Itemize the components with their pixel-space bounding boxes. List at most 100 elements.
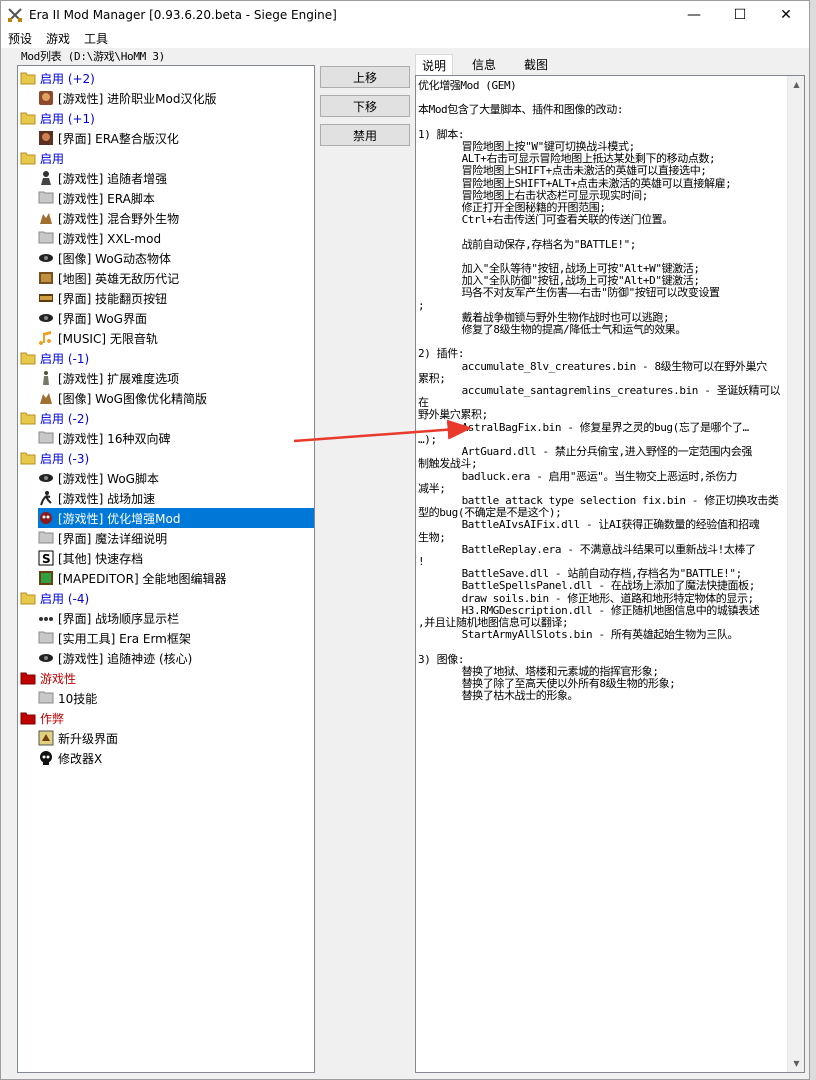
mod-item-label: [游戏性] ERA脚本 bbox=[58, 191, 155, 206]
menu-game[interactable]: 游戏 bbox=[39, 30, 77, 47]
mod-list-item[interactable]: 10技能 bbox=[38, 688, 97, 708]
mod-item-label: [游戏性] 扩展难度选项 bbox=[58, 371, 180, 386]
tree-group[interactable]: 启用 (-1) bbox=[20, 348, 89, 368]
menu-presets[interactable]: 预设 bbox=[1, 30, 39, 47]
mod-list-item[interactable]: [实用工具] Era Erm框架 bbox=[38, 628, 191, 648]
folder-icon bbox=[20, 352, 36, 365]
gem-creature-icon bbox=[38, 510, 54, 526]
upgrade-icon bbox=[38, 730, 54, 746]
scroll-down-arrow-icon[interactable]: ▼ bbox=[788, 1055, 804, 1072]
mod-list-item[interactable]: [界面] 魔法详细说明 bbox=[38, 528, 167, 548]
title-bar[interactable]: Era II Mod Manager [0.93.6.20.beta - Sie… bbox=[1, 1, 809, 28]
save-s-icon: S bbox=[38, 550, 54, 566]
mod-list-item[interactable]: [游戏性] ERA脚本 bbox=[38, 188, 155, 208]
detail-tabs: 说明 信息 截图 bbox=[415, 54, 557, 76]
tree-group-label: 启用 (+1) bbox=[40, 111, 95, 126]
mod-item-label: [游戏性] 混合野外生物 bbox=[58, 211, 180, 226]
mod-item-label: [界面] WoG界面 bbox=[58, 311, 147, 326]
mod-item-label: 10技能 bbox=[58, 691, 98, 706]
mod-list-item[interactable]: [地图] 英雄无敌历代记 bbox=[38, 268, 179, 288]
mod-item-label: [游戏性] XXL-mod bbox=[58, 231, 162, 246]
crossed-swords-icon bbox=[7, 7, 23, 23]
mod-list-item[interactable]: [界面] 战场顺序显示栏 bbox=[38, 608, 179, 628]
close-button[interactable]: ✕ bbox=[763, 1, 809, 28]
mod-list-item[interactable]: [游戏性] 追随者增强 bbox=[38, 168, 167, 188]
tree-group-label: 启用 (-3) bbox=[40, 451, 90, 466]
move-up-button[interactable]: 上移 bbox=[320, 66, 410, 88]
mod-item-label: 修改器X bbox=[58, 751, 103, 766]
order-bar-icon bbox=[38, 610, 54, 626]
mod-list-item[interactable]: [界面] ERA整合版汉化 bbox=[38, 128, 179, 148]
eye-icon bbox=[38, 650, 54, 666]
tree-group[interactable]: 启用 (-2) bbox=[20, 408, 89, 428]
mod-list-item[interactable]: [MAPEDITOR] 全能地图编辑器 bbox=[38, 568, 226, 588]
description-text: 优化增强Mod (GEM) 本Mod包含了大量脚本、插件和图像的改动: 1) 脚… bbox=[418, 79, 781, 703]
minimize-button[interactable]: — bbox=[671, 1, 717, 28]
mod-list-item[interactable]: 新升级界面 bbox=[38, 728, 118, 748]
tree-group-label: 启用 (-4) bbox=[40, 591, 90, 606]
description-panel[interactable]: 优化增强Mod (GEM) 本Mod包含了大量脚本、插件和图像的改动: 1) 脚… bbox=[415, 75, 805, 1073]
mod-item-label: [图像] WoG动态物体 bbox=[58, 251, 171, 266]
mod-list-item[interactable]: S [其他] 快速存档 bbox=[38, 548, 143, 568]
mod-list-item[interactable]: [游戏性] 优化增强Mod bbox=[38, 508, 314, 528]
mod-tree[interactable]: 启用 (+2) [游戏性] 进阶职业Mod汉化版启用 (+1) [界面] ERA整合… bbox=[17, 65, 315, 1073]
mod-list-item[interactable]: [图像] WoG动态物体 bbox=[38, 248, 171, 268]
maximize-button[interactable]: ☐ bbox=[717, 1, 763, 28]
music-note-icon bbox=[38, 330, 54, 346]
folder-icon bbox=[38, 190, 54, 206]
disable-button[interactable]: 禁用 bbox=[320, 124, 410, 146]
folder-icon bbox=[20, 712, 36, 725]
tree-group[interactable]: 启用 (-3) bbox=[20, 448, 89, 468]
mod-list-item[interactable]: [游戏性] 追随神迹 (核心) bbox=[38, 648, 192, 668]
mod-list-item[interactable]: [游戏性] 混合野外生物 bbox=[38, 208, 179, 228]
folder-icon bbox=[20, 672, 36, 685]
creature-icon bbox=[38, 210, 54, 226]
menu-tools[interactable]: 工具 bbox=[77, 30, 115, 47]
folder-icon bbox=[20, 112, 36, 125]
mod-list-item[interactable]: [MUSIC] 无限音轨 bbox=[38, 328, 158, 348]
scroll-up-arrow-icon[interactable]: ▲ bbox=[788, 76, 804, 93]
mod-list-item[interactable]: [界面] WoG界面 bbox=[38, 308, 147, 328]
folder-icon bbox=[38, 690, 54, 706]
tree-group[interactable]: 游戏性 bbox=[20, 668, 76, 688]
move-down-button[interactable]: 下移 bbox=[320, 95, 410, 117]
tree-group[interactable]: 作弊 bbox=[20, 708, 64, 728]
mod-list-item[interactable]: [游戏性] 16种双向碑 bbox=[38, 428, 170, 448]
menu-bar: 预设 游戏 工具 bbox=[1, 28, 809, 48]
mod-item-label: [游戏性] 进阶职业Mod汉化版 bbox=[58, 91, 217, 106]
mod-list-item[interactable]: [游戏性] 战场加速 bbox=[38, 488, 155, 508]
mod-item-label: [MUSIC] 无限音轨 bbox=[58, 331, 158, 346]
skull-icon bbox=[38, 750, 54, 766]
mod-list-item[interactable]: [图像] WoG图像优化精简版 bbox=[38, 388, 207, 408]
mod-list-item[interactable]: [游戏性] 扩展难度选项 bbox=[38, 368, 179, 388]
tab-info[interactable]: 信息 bbox=[465, 54, 503, 75]
mod-list-item[interactable]: 修改器X bbox=[38, 748, 102, 768]
mod-list-item[interactable]: [游戏性] WoG脚本 bbox=[38, 468, 159, 488]
window-title: Era II Mod Manager [0.93.6.20.beta - Sie… bbox=[29, 7, 337, 22]
folder-icon bbox=[38, 430, 54, 446]
mod-item-label: [游戏性] 优化增强Mod bbox=[58, 511, 181, 526]
mod-item-label: [地图] 英雄无敌历代记 bbox=[58, 271, 180, 286]
portrait-icon bbox=[38, 130, 54, 146]
tab-description[interactable]: 说明 bbox=[415, 54, 454, 76]
mod-list-item[interactable]: [界面] 技能翻页按钮 bbox=[38, 288, 167, 308]
tree-group[interactable]: 启用 bbox=[20, 148, 64, 168]
tree-group[interactable]: 启用 (+2) bbox=[20, 68, 95, 88]
mod-item-label: [游戏性] 追随神迹 (核心) bbox=[58, 651, 193, 666]
mod-item-label: [MAPEDITOR] 全能地图编辑器 bbox=[58, 571, 227, 586]
mod-list-item[interactable]: [游戏性] 进阶职业Mod汉化版 bbox=[38, 88, 217, 108]
tab-screenshots[interactable]: 截图 bbox=[517, 54, 555, 75]
vertical-scrollbar[interactable]: ▲ ▼ bbox=[787, 76, 804, 1072]
main-window: Era II Mod Manager [0.93.6.20.beta - Sie… bbox=[0, 0, 810, 1080]
folder-icon bbox=[20, 592, 36, 605]
tree-group[interactable]: 启用 (-4) bbox=[20, 588, 89, 608]
eye-icon bbox=[38, 470, 54, 486]
tree-group-label: 启用 (-2) bbox=[40, 411, 90, 426]
map-icon bbox=[38, 270, 54, 286]
tree-group-label: 游戏性 bbox=[40, 671, 77, 686]
mod-item-label: [界面] 战场顺序显示栏 bbox=[58, 611, 180, 626]
tree-group[interactable]: 启用 (+1) bbox=[20, 108, 95, 128]
panel-icon bbox=[38, 290, 54, 306]
mod-list-label: Mod列表 (D:\游戏\HoMM 3) bbox=[21, 50, 165, 63]
mod-list-item[interactable]: [游戏性] XXL-mod bbox=[38, 228, 161, 248]
